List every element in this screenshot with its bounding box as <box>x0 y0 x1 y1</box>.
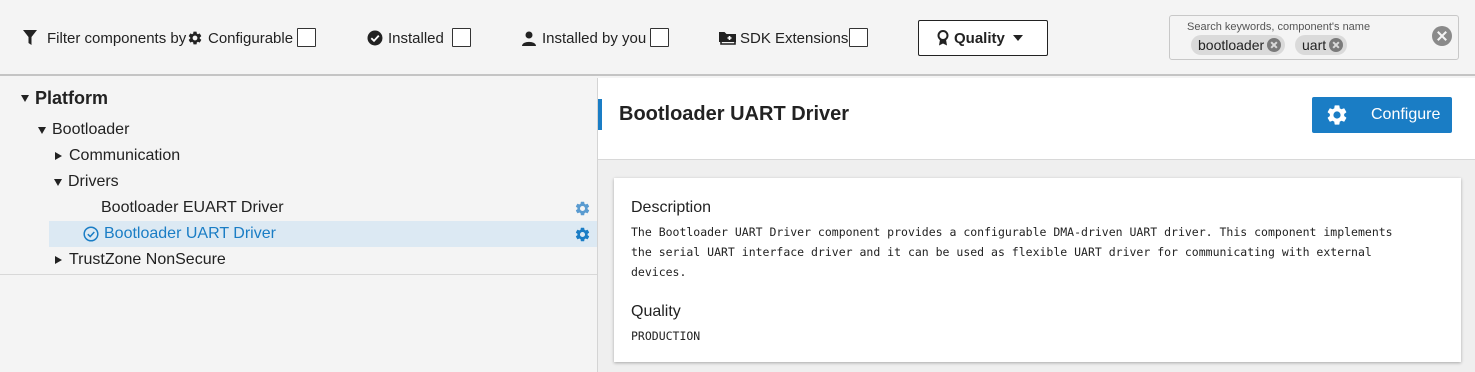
gear-icon[interactable] <box>574 226 591 248</box>
search-tag-label: bootloader <box>1198 37 1265 53</box>
filter-installed[interactable]: Installed <box>367 26 444 50</box>
tree-divider <box>0 274 597 275</box>
search-tag-uart[interactable]: uart <box>1295 35 1348 55</box>
component-tree: Platform Bootloader Communication Driver… <box>0 78 597 372</box>
configurable-checkbox[interactable] <box>297 28 316 47</box>
tree-item-label: TrustZone NonSecure <box>69 251 226 268</box>
page-title: Bootloader UART Driver <box>619 103 850 125</box>
gear-icon[interactable] <box>574 200 591 222</box>
filter-installed-by-you[interactable]: Installed by you <box>522 26 646 50</box>
description-heading: Description <box>631 199 712 216</box>
collapse-arrow-icon[interactable] <box>55 256 62 264</box>
tree-item-bootloader-euart-driver[interactable]: Bootloader EUART Driver <box>0 195 597 221</box>
filter-configurable-label: Configurable <box>208 29 294 47</box>
tree-item-platform[interactable]: Platform <box>0 85 597 111</box>
detail-header: Bootloader UART Driver Configure <box>598 78 1475 160</box>
sdk-extensions-checkbox[interactable] <box>849 28 868 47</box>
tree-item-label: Communication <box>69 147 181 164</box>
filter-installed-by-you-label: Installed by you <box>542 29 647 47</box>
description-text: The Bootloader UART Driver component pro… <box>631 222 1441 282</box>
installed-by-you-checkbox[interactable] <box>650 28 669 47</box>
quality-heading: Quality <box>631 303 681 320</box>
description-line: devices. <box>631 265 687 279</box>
expand-arrow-icon[interactable] <box>54 178 62 186</box>
tree-item-bootloader[interactable]: Bootloader <box>0 117 597 143</box>
gear-icon <box>1327 105 1347 125</box>
clear-search-icon[interactable] <box>1432 26 1452 46</box>
description-line: The Bootloader UART Driver component pro… <box>631 225 1393 239</box>
filter-icon <box>22 29 38 47</box>
expand-arrow-icon[interactable] <box>38 126 46 134</box>
title-accent-bar <box>598 99 602 130</box>
quality-dropdown-label: Quality <box>954 29 1005 47</box>
person-icon <box>522 31 536 46</box>
tree-item-label: Drivers <box>68 173 119 190</box>
filter-heading: Filter components by <box>22 26 186 50</box>
gear-icon <box>187 30 203 46</box>
search-input[interactable]: Search keywords, component's name bootlo… <box>1169 15 1459 60</box>
quality-dropdown[interactable]: Quality <box>918 20 1048 56</box>
tree-item-bootloader-uart-driver[interactable]: Bootloader UART Driver <box>49 221 597 247</box>
filter-installed-label: Installed <box>388 29 444 47</box>
search-placeholder: Search keywords, component's name <box>1187 21 1371 33</box>
tree-item-label: Platform <box>35 87 109 108</box>
filter-title: Filter components by <box>47 29 187 47</box>
tree-item-trustzone-nonsecure[interactable]: TrustZone NonSecure <box>0 247 597 273</box>
component-detail: Bootloader UART Driver Configure Descrip… <box>597 78 1475 372</box>
folder-plus-icon <box>718 30 737 46</box>
chevron-down-icon <box>1013 35 1023 41</box>
tree-item-label: Bootloader <box>52 121 130 138</box>
search-tag-bootloader[interactable]: bootloader <box>1191 35 1286 55</box>
expand-arrow-icon[interactable] <box>21 94 29 102</box>
installed-check-icon <box>83 226 99 242</box>
filter-configurable[interactable]: Configurable <box>187 26 293 50</box>
search-tag-label: uart <box>1302 37 1327 53</box>
award-icon <box>937 30 949 46</box>
tree-item-drivers[interactable]: Drivers <box>0 169 597 195</box>
tree-item-label: Bootloader UART Driver <box>104 225 276 242</box>
remove-tag-icon[interactable] <box>1329 38 1344 52</box>
configure-button-label: Configure <box>1371 106 1441 123</box>
check-circle-icon <box>367 30 383 46</box>
filter-sdk-extensions[interactable]: SDK Extensions <box>718 26 848 50</box>
quality-value: PRODUCTION <box>631 329 701 343</box>
remove-tag-icon[interactable] <box>1267 38 1282 52</box>
description-line: the serial UART interface driver and it … <box>631 245 1372 259</box>
filter-sdk-extensions-label: SDK Extensions <box>740 29 849 47</box>
tree-item-communication[interactable]: Communication <box>0 143 597 169</box>
installed-checkbox[interactable] <box>452 28 471 47</box>
configure-button[interactable]: Configure <box>1312 97 1452 133</box>
tree-item-label: Bootloader EUART Driver <box>101 199 284 216</box>
collapse-arrow-icon[interactable] <box>55 152 62 160</box>
detail-card: Description The Bootloader UART Driver c… <box>614 178 1461 362</box>
filter-toolbar: Filter components by Configurable Instal… <box>0 0 1475 76</box>
